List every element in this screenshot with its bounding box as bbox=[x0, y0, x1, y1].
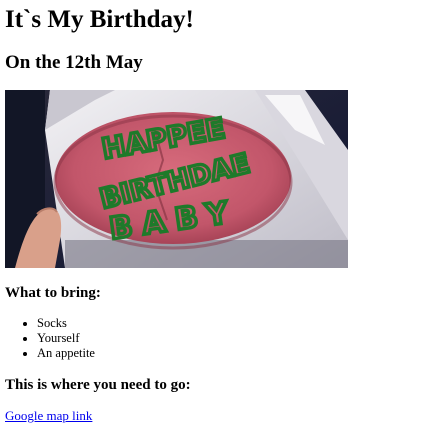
location-heading: This is where you need to go: bbox=[5, 377, 191, 393]
list-item: Yourself bbox=[37, 331, 95, 346]
list-item: Socks bbox=[37, 316, 95, 331]
list-item: An appetite bbox=[37, 346, 95, 361]
date-subtitle: On the 12th May bbox=[5, 52, 143, 73]
bring-heading: What to bring: bbox=[5, 285, 101, 301]
page-title: It`s My Birthday! bbox=[5, 6, 194, 33]
birthday-cake-image: HAPPEE BIRTHDAE BABY bbox=[5, 90, 348, 268]
bring-list: Socks Yourself An appetite bbox=[0, 316, 95, 361]
google-map-link[interactable]: Google map link bbox=[5, 408, 92, 424]
